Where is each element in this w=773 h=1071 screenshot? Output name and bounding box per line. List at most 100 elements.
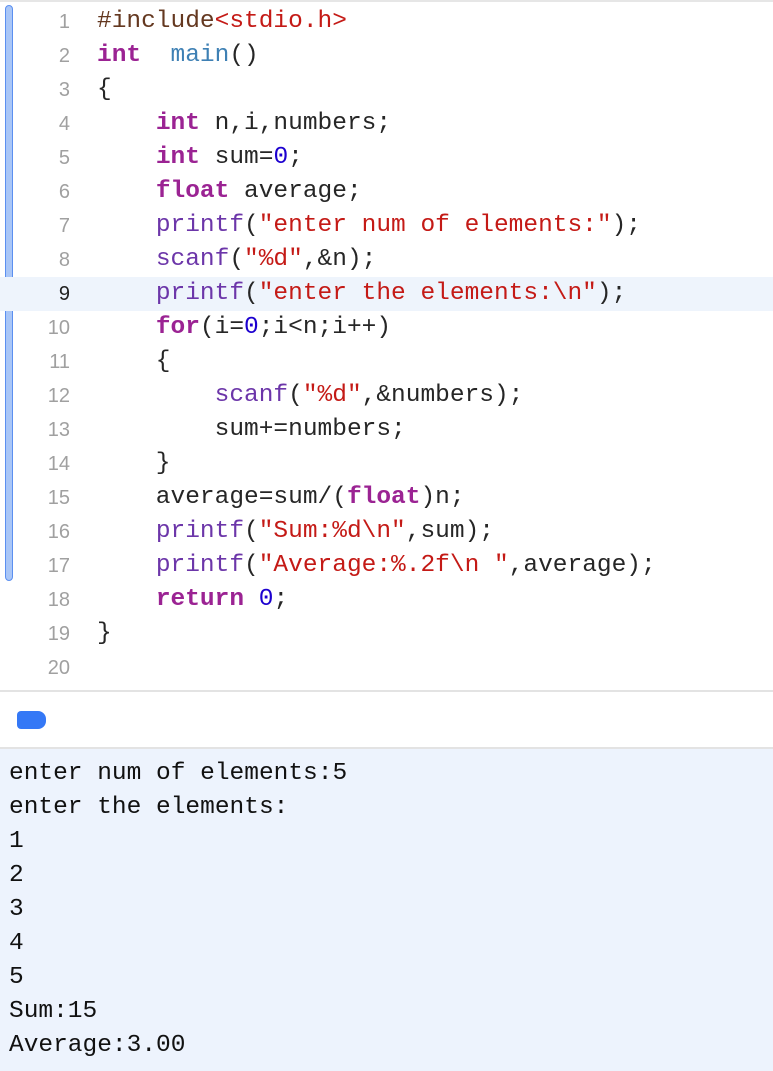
- code-token: "Sum:%d\n": [258, 518, 406, 545]
- code-token: sum+=numbers;: [97, 416, 406, 443]
- code-text: printf("enter num of elements:");: [97, 209, 641, 243]
- code-token: }: [97, 620, 112, 647]
- code-token: ,&n);: [302, 246, 377, 273]
- code-token: for: [155, 314, 200, 341]
- code-line[interactable]: 1 #include<stdio.h>: [0, 5, 773, 39]
- code-line[interactable]: 17 printf("Average:%.2f\n ",average);: [0, 549, 773, 583]
- code-line[interactable]: 13 sum+=numbers;: [0, 413, 773, 447]
- line-number: 14: [47, 453, 70, 475]
- line-number: 8: [58, 249, 70, 271]
- code-token: printf: [155, 280, 245, 307]
- line-number: 15: [47, 487, 70, 509]
- code-token: "enter num of elements:": [258, 212, 612, 239]
- code-editor[interactable]: 1 #include<stdio.h> 2 int main() 3{4 int n,i…: [0, 5, 773, 685]
- console-line: enter num of elements:5: [9, 760, 348, 787]
- code-token: "Average:%.2f\n ": [258, 552, 509, 579]
- code-line[interactable]: 10 for(i=0;i<n;i++): [0, 311, 773, 345]
- line-number: 12: [47, 385, 70, 407]
- line-number: 17: [47, 555, 70, 577]
- code-token: main: [170, 42, 230, 69]
- code-token: float: [155, 178, 230, 205]
- code-text: printf("Sum:%d\n",sum);: [97, 515, 494, 549]
- line-number: 18: [47, 589, 70, 611]
- code-text: }: [97, 617, 112, 651]
- code-token: ;: [288, 144, 303, 171]
- code-token: (i=: [199, 314, 245, 341]
- code-line[interactable]: 4 int n,i,numbers;: [0, 107, 773, 141]
- code-line[interactable]: 18 return 0;: [0, 583, 773, 617]
- console-output[interactable]: enter num of elements:5 enter the element…: [0, 749, 773, 1071]
- code-token: printf: [155, 518, 245, 545]
- code-line[interactable]: 2 int main(): [0, 39, 773, 73]
- code-token: {: [97, 76, 112, 103]
- code-token: (: [288, 382, 303, 409]
- debug-bar: [0, 692, 773, 749]
- code-text: sum+=numbers;: [97, 413, 406, 447]
- code-token: (): [229, 42, 259, 69]
- code-text: int n,i,numbers;: [97, 107, 391, 141]
- code-line[interactable]: 11 {: [0, 345, 773, 379]
- code-token: average;: [229, 178, 362, 205]
- line-number: 9: [58, 283, 70, 305]
- code-line[interactable]: 6 float average;: [0, 175, 773, 209]
- code-token: }: [97, 450, 171, 477]
- line-number: 16: [47, 521, 70, 543]
- code-token: n,i,numbers;: [199, 110, 392, 137]
- code-line[interactable]: 19}: [0, 617, 773, 651]
- line-number: 3: [58, 79, 70, 101]
- code-line[interactable]: 14 }: [0, 447, 773, 481]
- code-text: scanf("%d",&numbers);: [97, 379, 524, 413]
- line-number: 10: [47, 317, 70, 339]
- console-line: Average:3.00: [9, 1032, 186, 1059]
- code-line[interactable]: 12 scanf("%d",&numbers);: [0, 379, 773, 413]
- code-line[interactable]: 9 printf("enter the elements:\n");: [0, 277, 773, 311]
- code-line[interactable]: 20: [0, 651, 773, 685]
- code-token: ;i<n;i++): [258, 314, 392, 341]
- code-line[interactable]: 3{: [0, 73, 773, 107]
- line-number: 20: [47, 657, 70, 679]
- code-token: #include: [97, 8, 215, 35]
- code-token: (: [244, 280, 259, 307]
- line-number: 4: [58, 113, 70, 135]
- console-line: 5: [9, 964, 24, 991]
- code-line[interactable]: 8 scanf("%d",&n);: [0, 243, 773, 277]
- code-token: average=sum/(: [97, 484, 347, 511]
- code-text: average=sum/(float)n;: [97, 481, 465, 515]
- code-line[interactable]: 7 printf("enter num of elements:");: [0, 209, 773, 243]
- line-number: 6: [58, 181, 70, 203]
- code-token: {: [97, 348, 171, 375]
- code-token: "enter the elements:\n": [258, 280, 597, 307]
- code-token: ,average);: [508, 552, 656, 579]
- code-token: (: [229, 246, 245, 273]
- console-line: 2: [9, 862, 24, 889]
- code-text: {: [97, 73, 112, 107]
- code-text: float average;: [97, 175, 362, 209]
- code-line[interactable]: 5 int sum=0;: [0, 141, 773, 175]
- code-token: ;: [273, 586, 289, 613]
- code-text: printf("Average:%.2f\n ",average);: [97, 549, 656, 583]
- code-token: 0: [258, 586, 274, 613]
- code-line[interactable]: 15 average=sum/(float)n;: [0, 481, 773, 515]
- console-line: Sum:15: [9, 998, 98, 1025]
- code-token: int: [97, 42, 142, 69]
- code-text: #include<stdio.h>: [97, 5, 347, 39]
- line-number: 7: [58, 215, 70, 237]
- console-line: 4: [9, 930, 24, 957]
- line-number: 19: [47, 623, 70, 645]
- line-number: 13: [47, 419, 70, 441]
- code-token: )n;: [420, 484, 465, 511]
- code-token: 0: [273, 144, 289, 171]
- code-line[interactable]: 16 printf("Sum:%d\n",sum);: [0, 515, 773, 549]
- code-text: }: [97, 447, 171, 481]
- code-text: int sum=0;: [97, 141, 303, 175]
- breakpoint-toggle-icon[interactable]: [17, 711, 46, 729]
